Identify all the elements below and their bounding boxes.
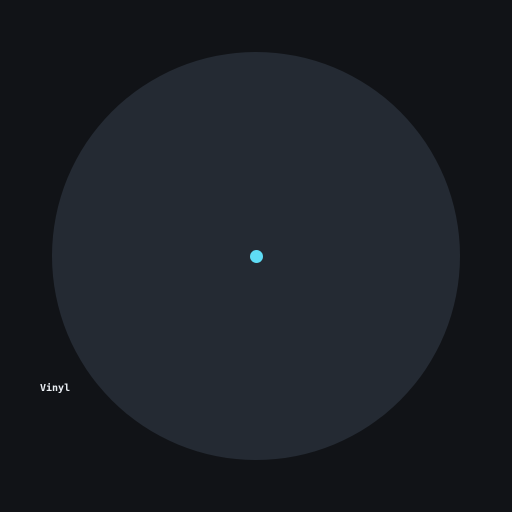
spindle-dot-icon[interactable]	[250, 250, 263, 263]
vinyl-player-stage: Vinyl	[0, 0, 512, 512]
app-label: Vinyl	[40, 383, 71, 394]
